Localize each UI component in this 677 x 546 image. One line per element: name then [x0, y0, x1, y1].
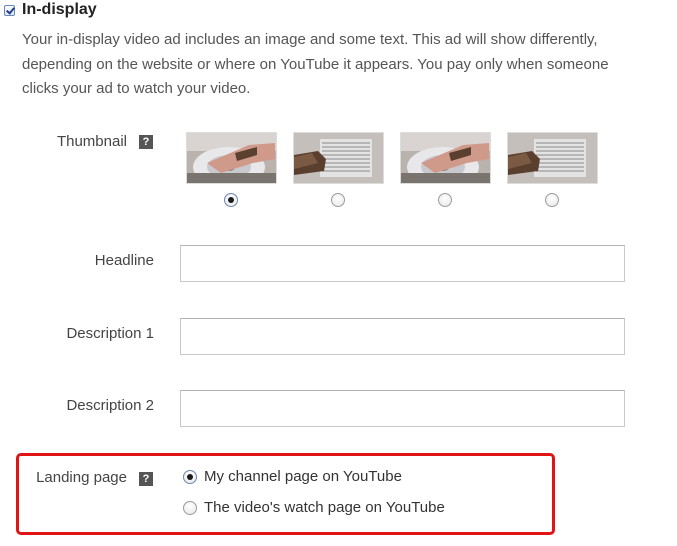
thumbnail-option-2[interactable] [294, 133, 383, 183]
in-display-checkbox[interactable] [4, 5, 15, 16]
grille-image [294, 133, 383, 183]
landing-option-channel-radio[interactable] [183, 470, 197, 484]
section-title: In-display [22, 1, 97, 18]
landing-option-channel-label[interactable]: My channel page on YouTube [204, 468, 402, 485]
thumbnail-option-3[interactable] [401, 133, 490, 183]
description-1-label: Description 1 [66, 325, 154, 342]
thumbnail-label: Thumbnail [56, 133, 127, 150]
description-1-input[interactable] [180, 318, 625, 355]
section-description: Your in-display video ad includes an ima… [22, 31, 609, 97]
description-2-label: Description 2 [66, 397, 154, 414]
headline-label: Headline [94, 252, 154, 269]
saw-blade-image [401, 133, 490, 183]
landing-page-label: Landing page [36, 469, 127, 486]
description-2-input[interactable] [180, 390, 625, 427]
help-icon[interactable]: ? [139, 135, 153, 149]
thumbnail-radio-1[interactable] [224, 193, 238, 207]
saw-blade-image [187, 133, 276, 183]
thumbnail-radio-2[interactable] [331, 193, 345, 207]
headline-input[interactable] [180, 245, 625, 282]
landing-option-watch-label[interactable]: The video's watch page on YouTube [204, 499, 445, 516]
thumbnail-option-4[interactable] [508, 133, 597, 183]
grille-image [508, 133, 597, 183]
landing-option-watch-radio[interactable] [183, 501, 197, 515]
thumbnail-option-1[interactable] [187, 133, 276, 183]
help-icon[interactable]: ? [139, 472, 153, 486]
thumbnail-radio-3[interactable] [438, 193, 452, 207]
landing-page-highlight [16, 453, 555, 535]
thumbnail-radio-4[interactable] [545, 193, 559, 207]
